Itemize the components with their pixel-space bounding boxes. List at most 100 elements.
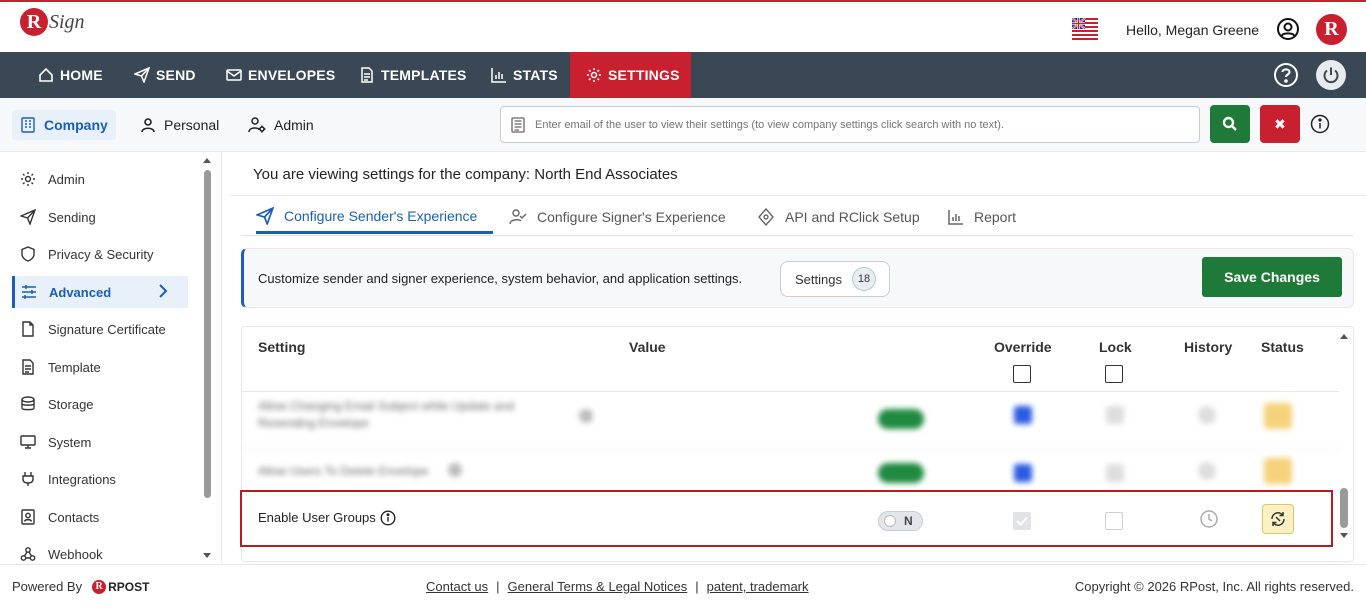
- nav-home[interactable]: HOME: [38, 52, 103, 98]
- uk-flag-icon[interactable]: [1072, 18, 1098, 40]
- main-nav: HOME SEND ENVELOPES TEMPLATES STATS SETT…: [0, 52, 1366, 98]
- rpost-logo[interactable]: R RPOST: [92, 579, 150, 594]
- lock-checkbox: [1106, 464, 1124, 482]
- logo-text: Sign: [49, 10, 85, 33]
- sidebar-item-template[interactable]: Template: [12, 351, 188, 383]
- scroll-up-arrow-icon[interactable]: [1339, 332, 1349, 340]
- sidebar-item-integrations[interactable]: Integrations: [12, 463, 188, 495]
- tab-admin[interactable]: Admin: [248, 110, 314, 140]
- send-icon: [256, 206, 274, 225]
- scroll-down-arrow-icon[interactable]: [202, 552, 212, 560]
- sidebar-item-label: Webhook: [48, 546, 103, 562]
- sidebar-item-sending[interactable]: Sending: [12, 201, 188, 233]
- copyright-text: Copyright © 2026 RPost, Inc. All rights …: [1074, 579, 1354, 594]
- sidebar-scroll-thumb[interactable]: [204, 170, 211, 498]
- override-checkbox: [1014, 464, 1032, 482]
- envelope-icon: [226, 69, 242, 81]
- nav-settings[interactable]: SETTINGS: [570, 52, 691, 98]
- info-icon: [579, 409, 593, 423]
- tab-company-label: Company: [44, 117, 108, 133]
- tab-configure-signer[interactable]: Configure Signer's Experience: [509, 200, 726, 234]
- tab-personal-label: Personal: [164, 117, 220, 133]
- contact-us-link[interactable]: Contact us: [426, 579, 488, 594]
- sidebar-item-label: Advanced: [49, 284, 112, 300]
- check-icon: [1016, 516, 1028, 526]
- terms-link[interactable]: General Terms & Legal Notices: [508, 579, 688, 594]
- scroll-up-arrow-icon[interactable]: [202, 156, 212, 164]
- nav-send-label: SEND: [156, 67, 196, 83]
- sidebar-item-privacy-security[interactable]: Privacy & Security: [12, 238, 188, 270]
- search-button[interactable]: [1210, 105, 1250, 143]
- rpost-brand-icon[interactable]: R: [1316, 14, 1347, 45]
- powered-by: Powered By R RPOST: [12, 579, 149, 594]
- nav-send[interactable]: SEND: [134, 52, 196, 98]
- tab-personal[interactable]: Personal: [140, 110, 219, 140]
- tab-company[interactable]: Company: [12, 110, 116, 140]
- enable-user-groups-row[interactable]: Enable User Groups N: [240, 490, 1333, 547]
- link-separator: |: [695, 579, 699, 594]
- col-header-status: Status: [1261, 339, 1304, 355]
- lock-checkbox[interactable]: [1105, 512, 1123, 530]
- webhook-icon: [20, 547, 36, 561]
- nav-envelopes[interactable]: ENVELOPES: [226, 52, 335, 98]
- sidebar-item-signature-certificate[interactable]: Signature Certificate: [12, 313, 188, 345]
- power-button[interactable]: [1316, 60, 1346, 90]
- sidebar-item-contacts[interactable]: Contacts: [12, 501, 188, 533]
- user-search-box[interactable]: [500, 106, 1200, 143]
- history-clock-icon[interactable]: [1199, 509, 1219, 529]
- info-icon[interactable]: [380, 510, 396, 526]
- nav-templates-label: TEMPLATES: [381, 67, 467, 83]
- rpost-logo-text: RPOST: [108, 579, 150, 594]
- lock-all-checkbox[interactable]: [1105, 365, 1123, 383]
- info-icon[interactable]: [1310, 114, 1330, 134]
- tab-api-rclick[interactable]: API and RClick Setup: [757, 200, 920, 234]
- sidebar-item-admin[interactable]: Admin: [12, 163, 188, 195]
- lock-checkbox: [1106, 406, 1124, 424]
- signer-icon: [509, 209, 527, 225]
- sidebar-item-label: Sending: [48, 209, 96, 225]
- footer: Powered By R RPOST Contact us | General …: [0, 564, 1366, 607]
- user-profile-icon[interactable]: [1276, 17, 1300, 41]
- person-icon: [141, 118, 155, 133]
- nav-templates[interactable]: TEMPLATES: [359, 52, 467, 98]
- table-row[interactable]: Allow Changing Email Subject while Updat…: [242, 393, 1339, 449]
- help-icon[interactable]: [1273, 62, 1299, 88]
- nav-home-label: HOME: [60, 67, 103, 83]
- override-checkbox[interactable]: [1013, 512, 1031, 530]
- sidebar-scrollbar[interactable]: [202, 156, 212, 558]
- status-sync-button[interactable]: [1262, 504, 1294, 534]
- scroll-down-arrow-icon[interactable]: [1339, 532, 1349, 540]
- top-bar: R Sign Hello, Megan Greene R: [0, 0, 1366, 52]
- header-divider: [242, 391, 1339, 392]
- col-header-override: Override: [994, 339, 1052, 355]
- tab-admin-label: Admin: [274, 117, 314, 133]
- nav-stats[interactable]: STATS: [491, 52, 558, 98]
- sidebar-item-label: Template: [48, 359, 101, 375]
- settings-count-pill[interactable]: Settings 18: [780, 261, 890, 297]
- sidebar-item-label: System: [48, 434, 92, 450]
- tab-configure-sender[interactable]: Configure Sender's Experience: [256, 200, 493, 234]
- user-email-input[interactable]: [535, 118, 1185, 131]
- clear-button[interactable]: ✖: [1260, 105, 1300, 143]
- sidebar-item-system[interactable]: System: [12, 426, 188, 458]
- tab-report[interactable]: Report: [948, 200, 1016, 234]
- sidebar-item-advanced[interactable]: Advanced: [12, 276, 188, 308]
- enable-user-groups-toggle[interactable]: N: [878, 511, 923, 531]
- settings-sidebar: Admin Sending Privacy & Security Advance…: [0, 152, 222, 562]
- col-header-value: Value: [629, 339, 666, 355]
- sidebar-item-label: Storage: [48, 396, 94, 412]
- send-icon: [134, 67, 150, 83]
- save-changes-button[interactable]: Save Changes: [1202, 257, 1342, 297]
- rsign-logo[interactable]: R Sign: [20, 8, 85, 36]
- patent-trademark-link[interactable]: patent, trademark: [707, 579, 809, 594]
- table-scroll-thumb[interactable]: [1340, 488, 1348, 528]
- page-title: You are viewing settings for the company…: [253, 166, 678, 183]
- sidebar-item-storage[interactable]: Storage: [12, 388, 188, 420]
- table-scrollbar[interactable]: [1337, 326, 1349, 544]
- col-header-history: History: [1184, 339, 1233, 355]
- database-icon: [21, 396, 35, 411]
- template-icon: [22, 359, 34, 375]
- override-all-checkbox[interactable]: [1013, 365, 1031, 383]
- sidebar-item-label: Integrations: [48, 471, 116, 487]
- tab-report-label: Report: [974, 209, 1017, 225]
